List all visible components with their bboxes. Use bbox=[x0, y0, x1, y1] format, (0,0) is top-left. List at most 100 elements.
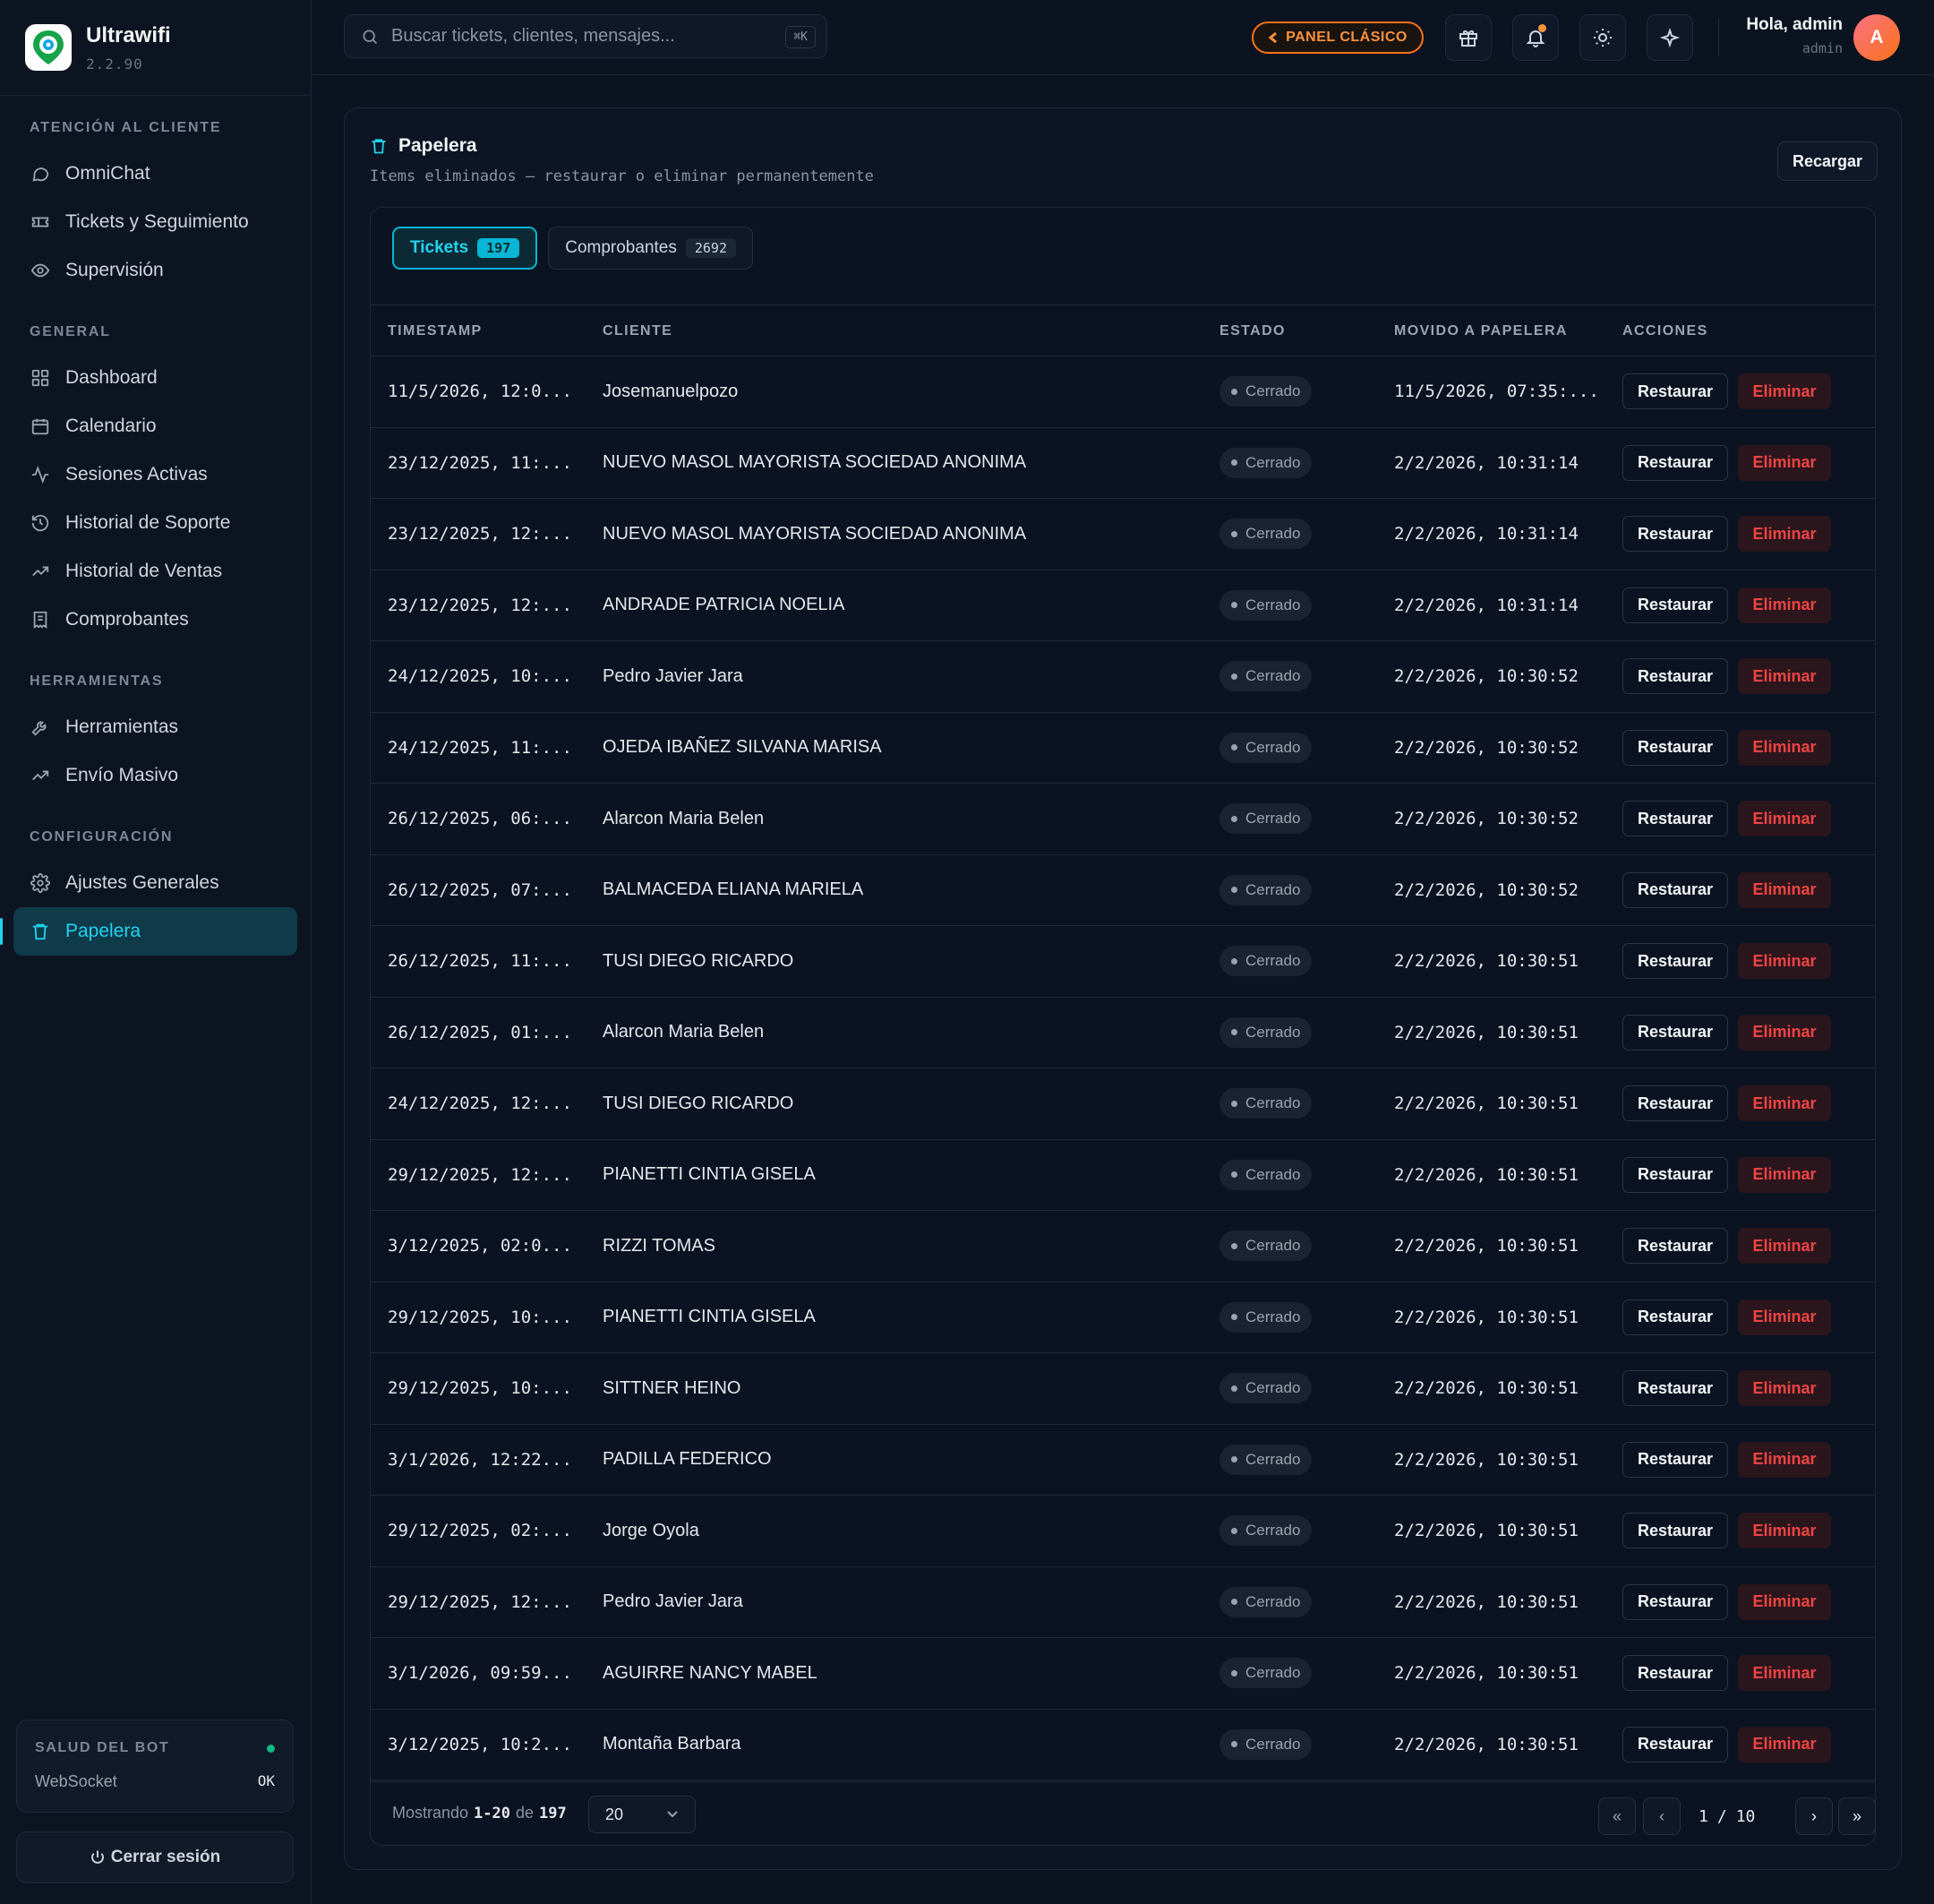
sidebar-item-supervision[interactable]: Supervisión bbox=[13, 246, 297, 295]
sidebar-item-historial-ventas[interactable]: Historial de Ventas bbox=[13, 547, 297, 596]
delete-button[interactable]: Eliminar bbox=[1738, 444, 1831, 481]
cell-status: Cerrado bbox=[1219, 1710, 1313, 1780]
sidebar-item-calendario[interactable]: Calendario bbox=[13, 402, 297, 450]
restore-button[interactable]: Restaurar bbox=[1622, 1299, 1728, 1335]
sidebar-item-envio-masivo[interactable]: Envío Masivo bbox=[13, 751, 297, 800]
restore-button[interactable]: Restaurar bbox=[1622, 1085, 1728, 1122]
cell-moved: 2/2/2026, 10:30:51 bbox=[1394, 1094, 1579, 1114]
sidebar-item-dashboard[interactable]: Dashboard bbox=[13, 354, 297, 402]
sidebar-item-tickets[interactable]: Tickets y Seguimiento bbox=[13, 198, 297, 246]
restore-button[interactable]: Restaurar bbox=[1622, 871, 1728, 908]
theme-toggle-button[interactable] bbox=[1579, 14, 1626, 61]
cell-moved: 2/2/2026, 10:30:51 bbox=[1394, 1663, 1579, 1684]
restore-button[interactable]: Restaurar bbox=[1622, 1655, 1728, 1692]
sidebar-item-label: Historial de Soporte bbox=[65, 512, 231, 533]
page-separator: / bbox=[1716, 1806, 1727, 1826]
gift-button[interactable] bbox=[1445, 14, 1492, 61]
sidebar-item-herramientas[interactable]: Herramientas bbox=[13, 703, 297, 751]
delete-button[interactable]: Eliminar bbox=[1738, 801, 1831, 837]
notifications-button[interactable] bbox=[1512, 14, 1559, 61]
delete-button[interactable]: Eliminar bbox=[1738, 1014, 1831, 1051]
restore-button[interactable]: Restaurar bbox=[1622, 444, 1728, 481]
reload-button[interactable]: Recargar bbox=[1777, 142, 1878, 181]
restore-button[interactable]: Restaurar bbox=[1622, 1726, 1728, 1762]
column-header-movido[interactable]: MOVIDO A PAPELERA bbox=[1394, 305, 1568, 357]
delete-button[interactable]: Eliminar bbox=[1738, 1583, 1831, 1620]
last-page-button[interactable]: » bbox=[1838, 1797, 1876, 1835]
cell-status: Cerrado bbox=[1219, 1068, 1313, 1139]
restore-button[interactable]: Restaurar bbox=[1622, 658, 1728, 695]
restore-button[interactable]: Restaurar bbox=[1622, 1513, 1728, 1549]
avatar[interactable]: A bbox=[1853, 14, 1900, 61]
search-icon bbox=[361, 28, 379, 46]
search-box[interactable]: ⌘K bbox=[344, 14, 827, 58]
delete-button[interactable]: Eliminar bbox=[1738, 1370, 1831, 1407]
delete-button[interactable]: Eliminar bbox=[1738, 1441, 1831, 1478]
restore-button[interactable]: Restaurar bbox=[1622, 729, 1728, 766]
app-logo-icon bbox=[25, 24, 72, 71]
delete-button[interactable]: Eliminar bbox=[1738, 1228, 1831, 1265]
restore-button[interactable]: Restaurar bbox=[1622, 1370, 1728, 1407]
sidebar-item-comprobantes[interactable]: Comprobantes bbox=[13, 596, 297, 644]
search-input[interactable] bbox=[391, 26, 767, 47]
cell-client: OJEDA IBAÑEZ SILVANA MARISA bbox=[603, 737, 882, 758]
delete-button[interactable]: Eliminar bbox=[1738, 729, 1831, 766]
first-page-button[interactable]: « bbox=[1598, 1797, 1636, 1835]
user-menu[interactable]: Hola, admin admin bbox=[1746, 15, 1843, 56]
delete-button[interactable]: Eliminar bbox=[1738, 587, 1831, 623]
delete-button[interactable]: Eliminar bbox=[1738, 871, 1831, 908]
column-header-timestamp[interactable]: TIMESTAMP bbox=[388, 305, 483, 357]
delete-button[interactable]: Eliminar bbox=[1738, 516, 1831, 553]
restore-button[interactable]: Restaurar bbox=[1622, 943, 1728, 980]
delete-button[interactable]: Eliminar bbox=[1738, 1299, 1831, 1335]
page-size-select[interactable]: 20 bbox=[588, 1796, 696, 1833]
restore-button[interactable]: Restaurar bbox=[1622, 1014, 1728, 1051]
restore-button[interactable]: Restaurar bbox=[1622, 801, 1728, 837]
cell-moved: 2/2/2026, 10:30:52 bbox=[1394, 737, 1579, 758]
restore-button[interactable]: Restaurar bbox=[1622, 516, 1728, 553]
sun-icon bbox=[1592, 27, 1613, 48]
sidebar-item-historial-soporte[interactable]: Historial de Soporte bbox=[13, 499, 297, 547]
tab-tickets[interactable]: Tickets 197 bbox=[392, 227, 538, 270]
restore-button[interactable]: Restaurar bbox=[1622, 373, 1728, 410]
delete-button[interactable]: Eliminar bbox=[1738, 373, 1831, 410]
sparkle-button[interactable] bbox=[1647, 14, 1693, 61]
restore-button[interactable]: Restaurar bbox=[1622, 587, 1728, 623]
delete-button[interactable]: Eliminar bbox=[1738, 943, 1831, 980]
logout-button[interactable]: Cerrar sesión bbox=[16, 1831, 294, 1883]
sidebar-item-sesiones[interactable]: Sesiones Activas bbox=[13, 450, 297, 499]
sidebar-item-papelera[interactable]: Papelera bbox=[0, 907, 297, 956]
column-header-cliente[interactable]: CLIENTE bbox=[603, 305, 672, 357]
cell-moved: 11/5/2026, 07:35:... bbox=[1394, 382, 1599, 402]
app-name: Ultrawifi bbox=[86, 22, 171, 47]
restore-button[interactable]: Restaurar bbox=[1622, 1156, 1728, 1193]
delete-button[interactable]: Eliminar bbox=[1738, 1156, 1831, 1193]
delete-button[interactable]: Eliminar bbox=[1738, 1513, 1831, 1549]
table-row: 24/12/2025, 10:... Pedro Javier Jara Cer… bbox=[371, 641, 1875, 713]
cell-moved: 2/2/2026, 10:30:51 bbox=[1394, 1022, 1579, 1042]
column-header-estado[interactable]: ESTADO bbox=[1219, 305, 1286, 357]
delete-button[interactable]: Eliminar bbox=[1738, 1085, 1831, 1122]
table-row: 24/12/2025, 12:... TUSI DIEGO RICARDO Ce… bbox=[371, 1068, 1875, 1140]
delete-button[interactable]: Eliminar bbox=[1738, 658, 1831, 695]
prev-page-button[interactable]: ‹ bbox=[1643, 1797, 1681, 1835]
sidebar-item-omnichat[interactable]: OmniChat bbox=[13, 150, 297, 198]
delete-button[interactable]: Eliminar bbox=[1738, 1655, 1831, 1692]
trash-icon bbox=[370, 136, 388, 156]
status-badge: Cerrado bbox=[1219, 589, 1313, 621]
status-label: Cerrado bbox=[1245, 525, 1301, 543]
status-dot-icon bbox=[1231, 459, 1237, 467]
cell-status: Cerrado bbox=[1219, 1353, 1313, 1424]
restore-button[interactable]: Restaurar bbox=[1622, 1228, 1728, 1265]
chevron-left-icon: ‹ bbox=[1659, 1806, 1664, 1825]
cell-timestamp: 29/12/2025, 10:... bbox=[388, 1307, 572, 1327]
restore-button[interactable]: Restaurar bbox=[1622, 1583, 1728, 1620]
restore-button[interactable]: Restaurar bbox=[1622, 1441, 1728, 1478]
next-page-button[interactable]: › bbox=[1795, 1797, 1833, 1835]
tab-count: 197 bbox=[477, 238, 520, 258]
classic-panel-button[interactable]: PANEL CLÁSICO bbox=[1252, 21, 1424, 54]
tab-comprobantes[interactable]: Comprobantes 2692 bbox=[548, 227, 753, 270]
sidebar-item-ajustes[interactable]: Ajustes Generales bbox=[13, 859, 297, 907]
delete-button[interactable]: Eliminar bbox=[1738, 1726, 1831, 1762]
brand[interactable]: Ultrawifi 2.2.90 bbox=[0, 0, 311, 96]
